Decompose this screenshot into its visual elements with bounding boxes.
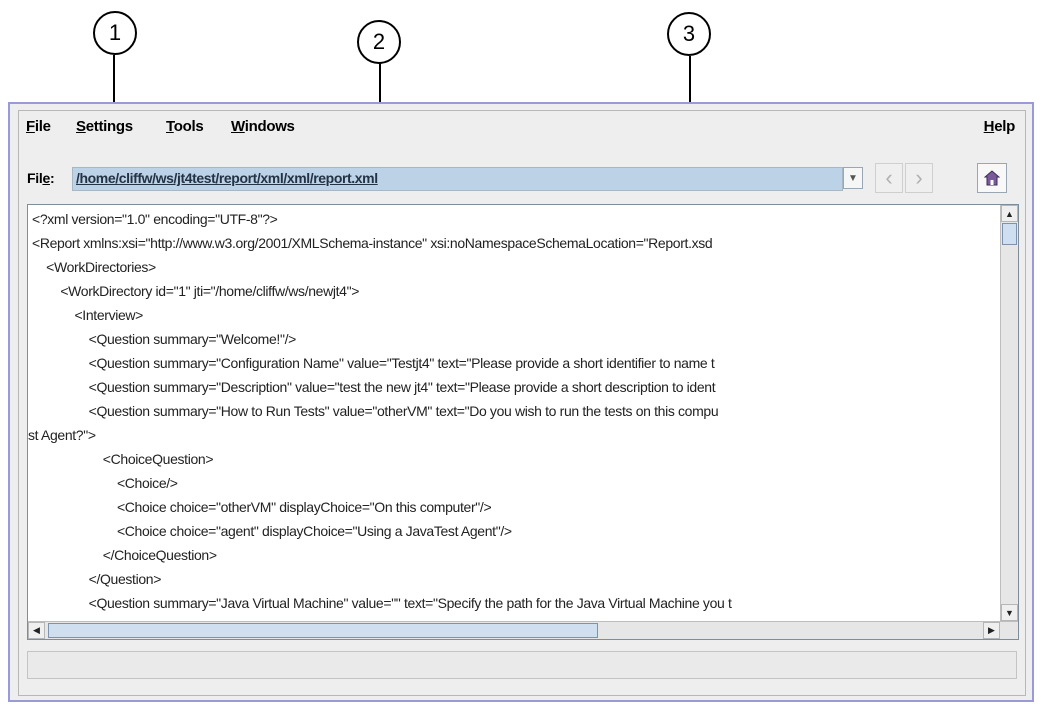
xml-line: <Question summary="Configuration Name" v… [32,355,715,371]
xml-line: <ChoiceQuestion> [32,451,214,467]
chevron-left-icon: ‹ [885,165,893,190]
file-bar: File: /home/cliffw/ws/jt4test/report/xml… [19,161,1025,197]
back-button[interactable]: ‹ [875,163,903,193]
status-bar [27,651,1017,679]
xml-line: <Choice choice="agent" displayChoice="Us… [32,523,512,539]
menubar: File Settings Tools Windows Help [19,111,1025,141]
xml-line: <Question summary="Java Virtual Machine"… [32,595,732,611]
callout-3: 3 [667,12,711,56]
horizontal-scroll-thumb[interactable] [48,623,598,638]
xml-content: <?xml version="1.0" encoding="UTF-8"?> <… [28,205,1000,621]
xml-line: <WorkDirectory id="1" jti="/home/cliffw/… [32,283,360,299]
app-window: File Settings Tools Windows Help File: /… [8,102,1034,702]
file-label: File: [27,170,55,186]
vertical-scrollbar[interactable]: ▲ ▼ [1000,205,1018,621]
callout-1-label: 1 [108,20,122,45]
xml-viewer[interactable]: <?xml version="1.0" encoding="UTF-8"?> <… [27,204,1019,640]
callout-1: 1 [93,11,137,55]
scroll-up-button[interactable]: ▲ [1001,205,1018,222]
menu-settings[interactable]: Settings [76,118,133,135]
vertical-scroll-thumb[interactable] [1002,223,1017,245]
menu-file[interactable]: File [26,118,51,135]
scroll-down-button[interactable]: ▼ [1001,604,1018,621]
arrow-up-icon: ▲ [1005,208,1014,219]
menu-windows[interactable]: Windows [231,118,295,135]
window-content: File Settings Tools Windows Help File: /… [18,110,1026,696]
xml-line: st Agent?"> [28,427,96,443]
forward-button[interactable]: › [905,163,933,193]
file-path-combobox[interactable]: /home/cliffw/ws/jt4test/report/xml/xml/r… [72,167,843,191]
callout-2: 2 [357,20,401,64]
xml-line: </ChoiceQuestion> [32,547,217,563]
home-icon [984,170,1000,186]
menu-help[interactable]: Help [984,118,1016,135]
file-path-text: /home/cliffw/ws/jt4test/report/xml/xml/r… [76,170,378,186]
xml-line: <Question summary="Description" value="t… [32,379,716,395]
xml-line: <?xml version="1.0" encoding="UTF-8"?> [32,211,278,227]
chevron-down-icon: ▼ [848,172,858,184]
arrow-down-icon: ▼ [1005,607,1014,618]
home-button[interactable] [977,163,1007,193]
xml-line: <Report xmlns:xsi="http://www.w3.org/200… [32,235,713,251]
arrow-left-icon: ◀ [33,625,40,635]
horizontal-scrollbar[interactable]: ◀ ▶ [28,621,1018,639]
chevron-right-icon: › [915,165,923,190]
xml-line: <Choice choice="otherVM" displayChoice="… [32,499,492,515]
xml-line: </Question> [32,571,162,587]
arrow-right-icon: ▶ [988,625,995,635]
xml-line: <Interview> [32,307,143,323]
xml-line: <WorkDirectories> [32,259,156,275]
callout-3-label: 3 [682,21,696,46]
callout-2-label: 2 [372,29,386,54]
xml-line: <Question summary="Welcome!"/> [32,331,297,347]
path-dropdown-button[interactable]: ▼ [843,167,863,189]
scroll-left-button[interactable]: ◀ [28,622,45,639]
scroll-right-button[interactable]: ▶ [983,622,1000,639]
xml-line: <Choice/> [32,475,178,491]
xml-line: <Question summary="How to Run Tests" val… [32,403,719,419]
menu-tools[interactable]: Tools [166,118,204,135]
